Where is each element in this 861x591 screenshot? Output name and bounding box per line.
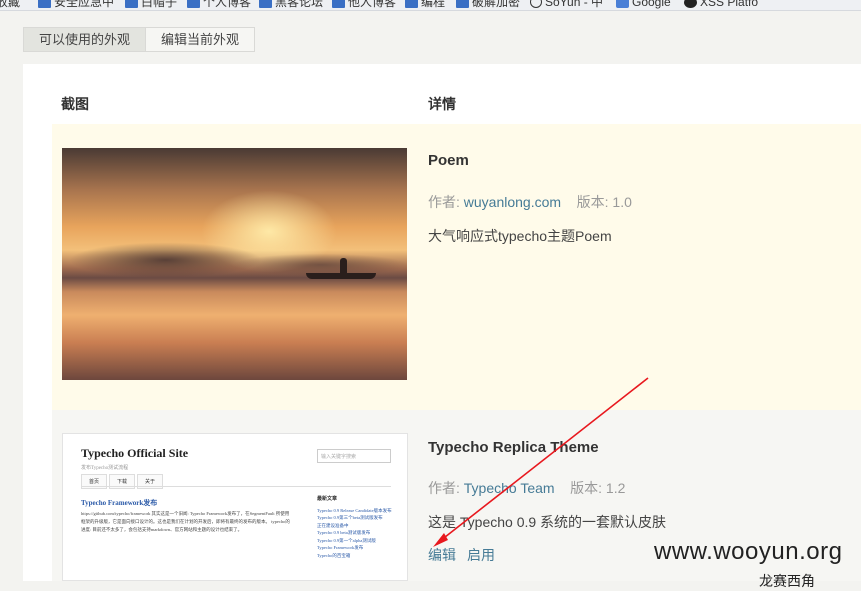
preview-site-title: Typecho Official Site (81, 446, 189, 460)
folder-icon (187, 0, 200, 8)
version-label: 版本: (570, 480, 603, 496)
theme-name: Poem (428, 152, 469, 169)
watermark-sub: 龙赛西角 (759, 573, 815, 589)
preview-post-body: https://github.com/typecho/framework 其实这… (81, 511, 290, 532)
preview-search-box: 输入关键字搜索 (317, 449, 391, 463)
author-link[interactable]: Typecho Team (464, 480, 555, 496)
column-header-screenshot: 截图 (61, 96, 89, 112)
theme-screenshot: Typecho Official Site 发布Typecho测试流程 输入关键… (62, 433, 408, 581)
bookmarks-bar: 收藏 安全应急中 白帽子 个人博客 黑客论坛 他人博客 编程 破解加密 SoYu… (0, 0, 861, 11)
bookmark-item[interactable]: 破解加密 (456, 0, 520, 8)
version-value: 1.0 (612, 194, 632, 210)
bookmark-item[interactable]: 安全应急中 (38, 0, 114, 8)
theme-actions: 编辑 启用 (428, 545, 495, 565)
bookmark-item[interactable]: 黑客论坛 (259, 0, 323, 8)
tab-available-themes[interactable]: 可以使用的外观 (23, 27, 147, 52)
table-row: Poem 作者: wuyanlong.com 版本: 1.0 大气响应式type… (52, 124, 861, 410)
bookmark-item[interactable]: SoYun - 中 (530, 0, 603, 8)
theme-tabs: 可以使用的外观 编辑当前外观 (23, 27, 256, 52)
preview-sidebar-title: 最新文章 (317, 497, 338, 502)
version-value: 1.2 (605, 480, 626, 496)
bookmark-item[interactable]: Google (616, 0, 671, 8)
activate-theme-link[interactable]: 启用 (467, 545, 495, 565)
version-label: 版本: (576, 194, 609, 210)
theme-screenshot (62, 148, 407, 380)
theme-name: Typecho Replica Theme (428, 439, 599, 456)
search-icon (530, 0, 542, 8)
folder-icon (38, 0, 51, 8)
preview-sidebar-item: 正在建设准备中 (317, 522, 349, 528)
preview-post-title: Typecho Framework发布 (81, 499, 158, 507)
bookmark-item[interactable]: 编程 (405, 0, 445, 8)
watermark: www.wooyun.org (654, 538, 843, 565)
bookmark-item[interactable]: 他人博客 (332, 0, 396, 8)
folder-icon (332, 0, 345, 8)
theme-meta: 作者: wuyanlong.com 版本: 1.0 (428, 192, 632, 212)
folder-icon (456, 0, 469, 8)
theme-meta: 作者: Typecho Team 版本: 1.2 (428, 478, 625, 498)
google-icon (616, 0, 629, 8)
preview-sidebar-item: Typecho的百宝箱 (317, 552, 351, 558)
theme-description: 大气响应式typecho主题Poem (428, 228, 612, 244)
bookmark-item[interactable]: 白帽子 (125, 0, 177, 8)
bookmark-item[interactable]: 收藏 (0, 0, 20, 8)
preview-sidebar: 最新文章 Typecho 0.9 Release Candidate版本发布 T… (317, 496, 397, 559)
themes-table: 截图 详情 Poem 作者: wuyanlong.com 版本: 1.0 大气响… (23, 64, 861, 581)
preview-sidebar-item: Typecho 0.9 Release Candidate版本发布 (317, 507, 392, 513)
bookmark-item[interactable]: 个人博客 (187, 0, 251, 8)
table-header: 截图 详情 (23, 64, 861, 124)
theme-description: 这是 Typecho 0.9 系统的一套默认皮肤 (428, 514, 667, 530)
author-link[interactable]: wuyanlong.com (464, 194, 561, 210)
tab-edit-current-theme[interactable]: 编辑当前外观 (146, 27, 256, 52)
column-header-details: 详情 (428, 96, 456, 112)
preview-sidebar-item: Typecho 0.9第三个beta测试版发布 (317, 515, 383, 520)
xss-icon (684, 0, 697, 8)
folder-icon (405, 0, 418, 8)
edit-theme-link[interactable]: 编辑 (428, 545, 456, 565)
preview-sidebar-item: Typecho 0.9 beta测试版发布 (317, 530, 371, 535)
folder-icon (125, 0, 138, 8)
preview-site-subtitle: 发布Typecho测试流程 (81, 466, 129, 471)
preview-sidebar-item: Typecho Framework发布 (317, 545, 364, 550)
author-label: 作者: (428, 480, 460, 496)
preview-sidebar-item: Typecho 0.9第一个alpha测试版 (317, 537, 376, 543)
author-label: 作者: (428, 194, 460, 210)
folder-icon (259, 0, 272, 8)
bookmark-item[interactable]: XSS Platfo (684, 0, 758, 8)
